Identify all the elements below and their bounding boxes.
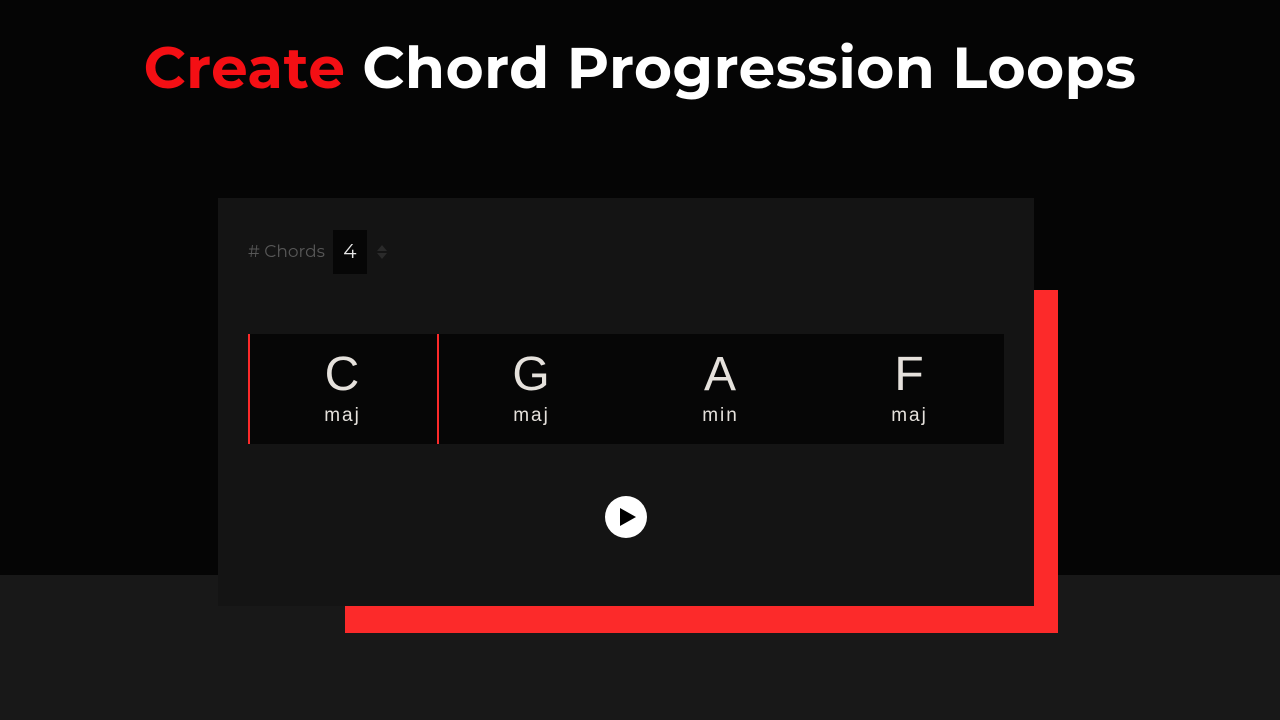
chord-count-value: 4 [343,240,356,264]
chord-root: A [704,351,737,399]
chevron-up-icon [377,245,387,251]
title-rest: Chord Progression Loops [345,32,1136,103]
chord-quality: min [702,405,739,427]
chord-progression-row: CmajGmajAminFmaj [248,334,1004,444]
chord-root: F [894,351,924,399]
selection-marker-right [437,334,439,444]
chord-cell[interactable]: Gmaj [437,334,626,444]
chord-quality: maj [891,405,928,427]
play-button-container [248,496,1004,538]
chevron-down-icon [377,253,387,259]
chord-count-stepper[interactable] [377,245,387,259]
play-icon [620,508,636,526]
chord-quality: maj [513,405,550,427]
page-title: Create Chord Progression Loops [0,0,1280,104]
chord-count-label: # Chords [248,242,325,262]
selection-marker-left [248,334,250,444]
chord-count-control: # Chords 4 [248,230,1004,274]
chord-quality: maj [324,405,361,427]
chord-cell[interactable]: Cmaj [248,334,437,444]
chord-panel-container: # Chords 4 CmajGmajAminFmaj [218,198,1034,606]
play-button[interactable] [605,496,647,538]
chord-root: G [512,351,550,399]
chord-panel: # Chords 4 CmajGmajAminFmaj [218,198,1034,606]
chord-cell[interactable]: Fmaj [815,334,1004,444]
chord-cell[interactable]: Amin [626,334,815,444]
chord-count-value-box[interactable]: 4 [333,230,367,274]
title-accent-word: Create [144,32,346,103]
chord-root: C [325,351,361,399]
